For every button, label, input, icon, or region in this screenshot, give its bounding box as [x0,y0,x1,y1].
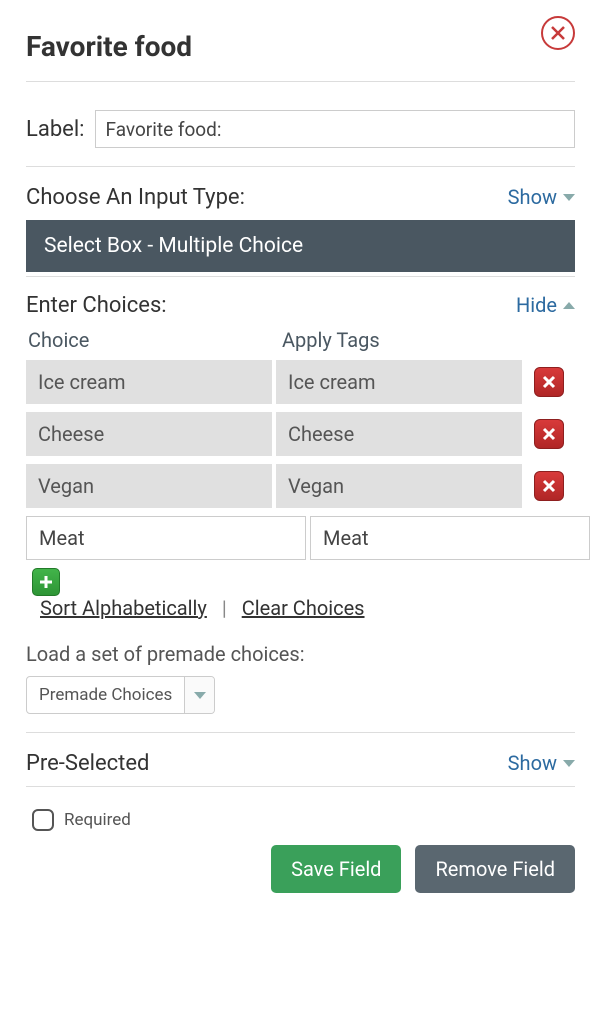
choice-cell[interactable]: Cheese [26,412,276,456]
choices-heading: Enter Choices: [26,293,167,318]
close-button[interactable] [541,16,575,50]
choice-row: Ice creamIce cream [26,360,575,404]
choice-input[interactable] [26,516,306,560]
required-checkbox[interactable] [32,809,54,831]
chevron-down-icon [194,692,206,699]
tag-input[interactable] [310,516,590,560]
toggle-text: Hide [516,293,557,317]
link-separator: | [222,596,227,620]
preselected-toggle[interactable]: Show [508,751,575,775]
choice-row [26,516,575,560]
save-field-button[interactable]: Save Field [271,845,401,893]
column-header-tags: Apply Tags [282,328,380,352]
close-icon [550,25,566,41]
chevron-up-icon [563,302,575,309]
tag-cell[interactable]: Vegan [276,464,526,508]
clear-choices-link[interactable]: Clear Choices [242,596,365,620]
x-icon [542,479,556,493]
add-choice-button[interactable] [32,568,60,596]
toggle-text: Show [508,185,557,209]
premade-label: Load a set of premade choices: [26,642,575,666]
toggle-text: Show [508,751,557,775]
required-label: Required [64,810,131,830]
input-type-toggle[interactable]: Show [508,185,575,209]
x-icon [542,427,556,441]
choice-row: VeganVegan [26,464,575,508]
preselected-heading: Pre-Selected [26,751,149,776]
choice-row: CheeseCheese [26,412,575,456]
premade-select-button[interactable] [184,677,214,713]
page-title: Favorite food [26,30,192,63]
divider [26,786,575,787]
chevron-down-icon [563,760,575,767]
divider [26,166,575,167]
divider [26,81,575,82]
column-header-choice: Choice [26,328,282,352]
label-input[interactable] [95,110,575,148]
tag-cell[interactable]: Ice cream [276,360,526,404]
plus-icon [39,575,53,589]
divider [26,276,575,277]
remove-choice-button[interactable] [534,471,564,501]
premade-select[interactable]: Premade Choices [26,676,215,714]
divider [26,732,575,733]
choice-cell[interactable]: Vegan [26,464,276,508]
choices-toggle[interactable]: Hide [516,293,575,317]
tag-cell[interactable]: Cheese [276,412,526,456]
label-caption: Label: [26,117,85,142]
sort-alphabetically-link[interactable]: Sort Alphabetically [40,596,207,620]
selected-input-type[interactable]: Select Box - Multiple Choice [26,220,575,272]
input-type-heading: Choose An Input Type: [26,185,245,210]
chevron-down-icon [563,194,575,201]
remove-field-button[interactable]: Remove Field [415,845,575,893]
choice-cell[interactable]: Ice cream [26,360,276,404]
remove-choice-button[interactable] [534,419,564,449]
x-icon [542,375,556,389]
premade-select-value: Premade Choices [27,677,184,713]
remove-choice-button[interactable] [534,367,564,397]
